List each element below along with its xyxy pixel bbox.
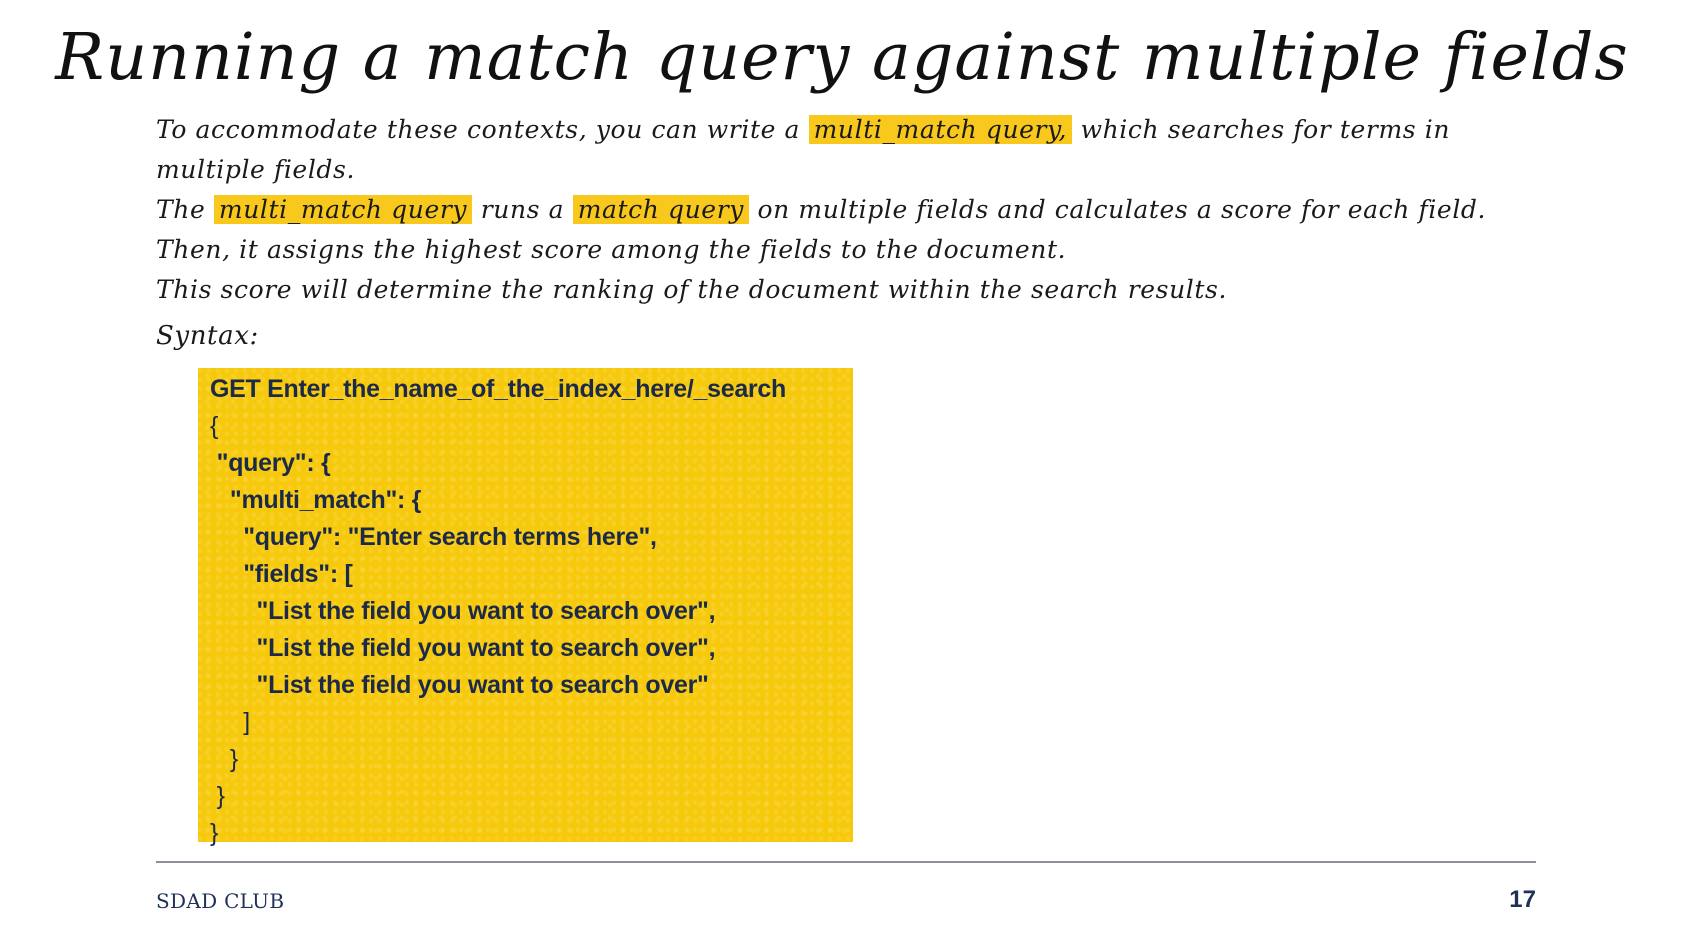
paragraph-text: runs a [480,195,565,224]
code-block: GET Enter_the_name_of_the_index_here/_se… [198,368,853,847]
highlighted-term: multi_match query [213,195,473,224]
code-line: "List the field you want to search over"… [210,597,716,625]
paragraph-line: Then, it assigns the highest score among… [156,235,1067,264]
slide-title: Running a match query against multiple f… [55,20,1629,95]
footer-organization: SDAD CLUB [156,889,285,913]
intro-paragraph: To accommodate these contexts, you can w… [156,110,1556,310]
code-line: } [210,782,225,810]
footer-divider [156,861,1536,863]
highlighted-term: match query [572,195,749,224]
code-line: "query": "Enter search terms here", [210,523,657,551]
paragraph-line: To accommodate these contexts, you can w… [156,110,1556,150]
paragraph-text: To accommodate these contexts, you can w… [156,115,801,144]
page-number: 17 [1509,886,1536,913]
paragraph-line: multiple fields. [156,155,356,184]
code-line: "fields": [ [210,560,353,588]
syntax-label: Syntax: [156,321,259,351]
paragraph-text: which searches for terms in [1080,115,1451,144]
code-line: GET Enter_the_name_of_the_index_here/_se… [210,375,786,403]
code-line: "List the field you want to search over"… [210,634,716,662]
paragraph-line: This score will determine the ranking of… [156,275,1228,304]
code-line: "multi_match": { [210,486,422,514]
paragraph-text: on multiple fields and calculates a scor… [757,195,1487,224]
paragraph-text: The [156,195,206,224]
code-line: "List the field you want to search over" [210,671,709,699]
code-line: "query": { [210,449,331,477]
code-line: ] [210,708,250,736]
code-line: } [210,745,238,773]
code-line: { [210,412,219,440]
code-line: } [210,819,219,847]
paragraph-line: The multi_match query runs a match query… [156,190,1556,230]
highlighted-term: multi_match query, [808,115,1073,144]
